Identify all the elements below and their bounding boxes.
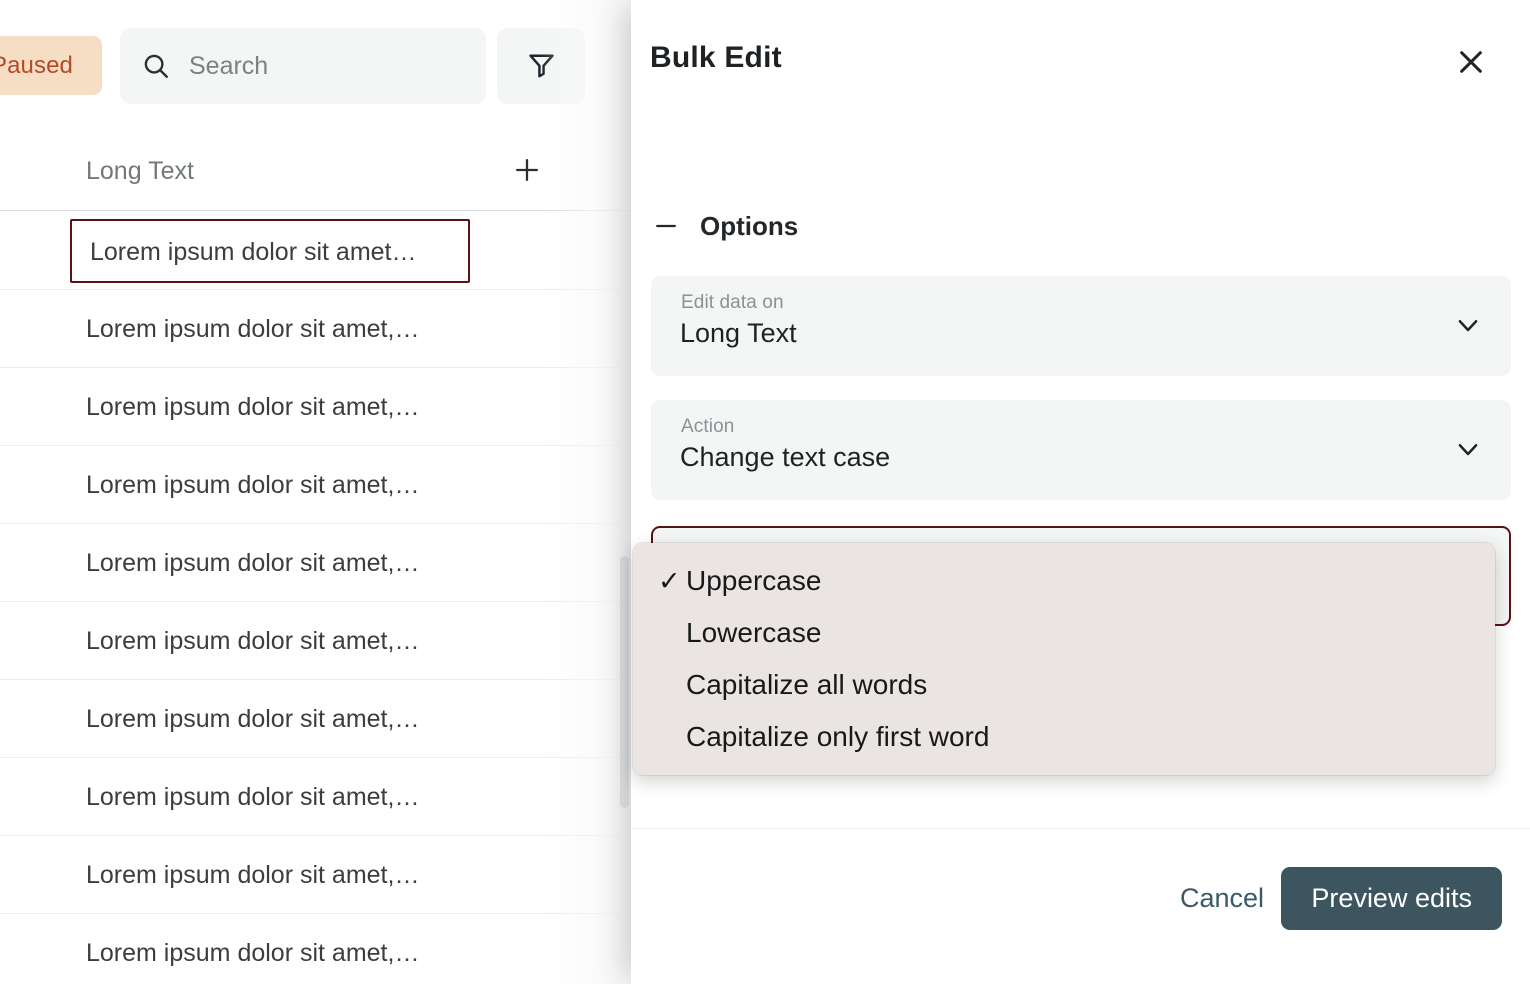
grid-row[interactable]: Lorem ipsum dolor sit amet,… (0, 758, 632, 836)
column-header-long-text[interactable]: Long Text (86, 131, 194, 211)
dropdown-option-label: Lowercase (686, 617, 821, 649)
action-label: Action (681, 416, 734, 438)
bulk-edit-drawer: Bulk Edit Options Edit data on L (631, 0, 1530, 984)
grid-cell-long-text[interactable]: Lorem ipsum dolor sit amet,… (86, 446, 419, 524)
search-input[interactable] (171, 28, 525, 104)
grid-cell-long-text[interactable]: Lorem ipsum dolor sit amet,… (86, 368, 419, 446)
filter-icon (526, 49, 557, 83)
grid-row[interactable]: Lorem ipsum dolor sit amet… (0, 212, 632, 290)
grid-row[interactable]: Lorem ipsum dolor sit amet,… (0, 836, 632, 914)
options-section-title: Options (700, 211, 798, 242)
options-section-header[interactable]: Options (651, 200, 798, 252)
edit-data-on-value: Long Text (680, 318, 797, 349)
chevron-down-icon (1453, 434, 1483, 464)
app-root: Paused Long Text (0, 0, 1530, 984)
page-title: Bulk Edit (650, 41, 782, 75)
grid-cell-long-text[interactable]: Lorem ipsum dolor sit amet,… (86, 680, 419, 758)
grid-row[interactable]: Lorem ipsum dolor sit amet,… (0, 680, 632, 758)
minus-icon (651, 211, 681, 241)
search-icon (141, 51, 171, 81)
close-button[interactable] (1440, 32, 1502, 94)
grid-cell-long-text[interactable]: Lorem ipsum dolor sit amet… (70, 219, 470, 283)
dropdown-option[interactable]: Lowercase (633, 607, 1495, 659)
dropdown-option-label: Uppercase (686, 565, 821, 597)
drawer-footer: Cancel Preview edits (631, 829, 1530, 984)
preview-edits-button[interactable]: Preview edits (1281, 867, 1502, 930)
grid-row[interactable]: Lorem ipsum dolor sit amet,… (0, 290, 632, 368)
grid-toolbar: Paused (0, 0, 632, 131)
action-select[interactable]: Action Change text case (651, 400, 1511, 500)
grid-cell-long-text[interactable]: Lorem ipsum dolor sit amet,… (86, 914, 419, 984)
dropdown-option[interactable]: ✓Uppercase (633, 555, 1495, 607)
grid-vertical-scrollbar[interactable] (620, 556, 629, 808)
grid-cell-long-text[interactable]: Lorem ipsum dolor sit amet,… (86, 836, 419, 914)
grid-column-header: Long Text (0, 131, 632, 211)
dropdown-option-label: Capitalize all words (686, 669, 927, 701)
grid-cell-long-text[interactable]: Lorem ipsum dolor sit amet,… (86, 602, 419, 680)
dropdown-option[interactable]: Capitalize only first word (633, 711, 1495, 763)
plus-icon (511, 154, 543, 189)
chevron-down-icon (1453, 310, 1483, 340)
dropdown-option-label: Capitalize only first word (686, 721, 989, 753)
grid-row[interactable]: Lorem ipsum dolor sit amet,… (0, 914, 632, 984)
action-value: Change text case (680, 442, 890, 473)
status-badge: Paused (0, 36, 102, 95)
grid-row[interactable]: Lorem ipsum dolor sit amet,… (0, 446, 632, 524)
close-icon (1454, 45, 1488, 82)
search-box[interactable] (120, 28, 486, 104)
grid-cell-long-text[interactable]: Lorem ipsum dolor sit amet,… (86, 524, 419, 602)
edit-data-on-label: Edit data on (681, 292, 784, 314)
check-icon: ✓ (658, 555, 682, 607)
data-grid-pane: Paused Long Text (0, 0, 632, 984)
filter-button[interactable] (497, 28, 585, 104)
grid-row-list[interactable]: Lorem ipsum dolor sit amet… Lorem ipsum d… (0, 212, 632, 984)
grid-cell-long-text[interactable]: Lorem ipsum dolor sit amet,… (86, 758, 419, 836)
grid-row[interactable]: Lorem ipsum dolor sit amet,… (0, 368, 632, 446)
text-case-dropdown-menu[interactable]: ✓Uppercase Lowercase Capitalize all words C… (633, 543, 1495, 775)
drawer-header: Bulk Edit (631, 0, 1530, 124)
cancel-button[interactable]: Cancel (1166, 873, 1278, 924)
edit-data-on-select[interactable]: Edit data on Long Text (651, 276, 1511, 376)
add-column-button[interactable] (505, 131, 549, 211)
grid-cell-long-text[interactable]: Lorem ipsum dolor sit amet,… (86, 290, 419, 368)
grid-row[interactable]: Lorem ipsum dolor sit amet,… (0, 524, 632, 602)
dropdown-option[interactable]: Capitalize all words (633, 659, 1495, 711)
grid-row[interactable]: Lorem ipsum dolor sit amet,… (0, 602, 632, 680)
